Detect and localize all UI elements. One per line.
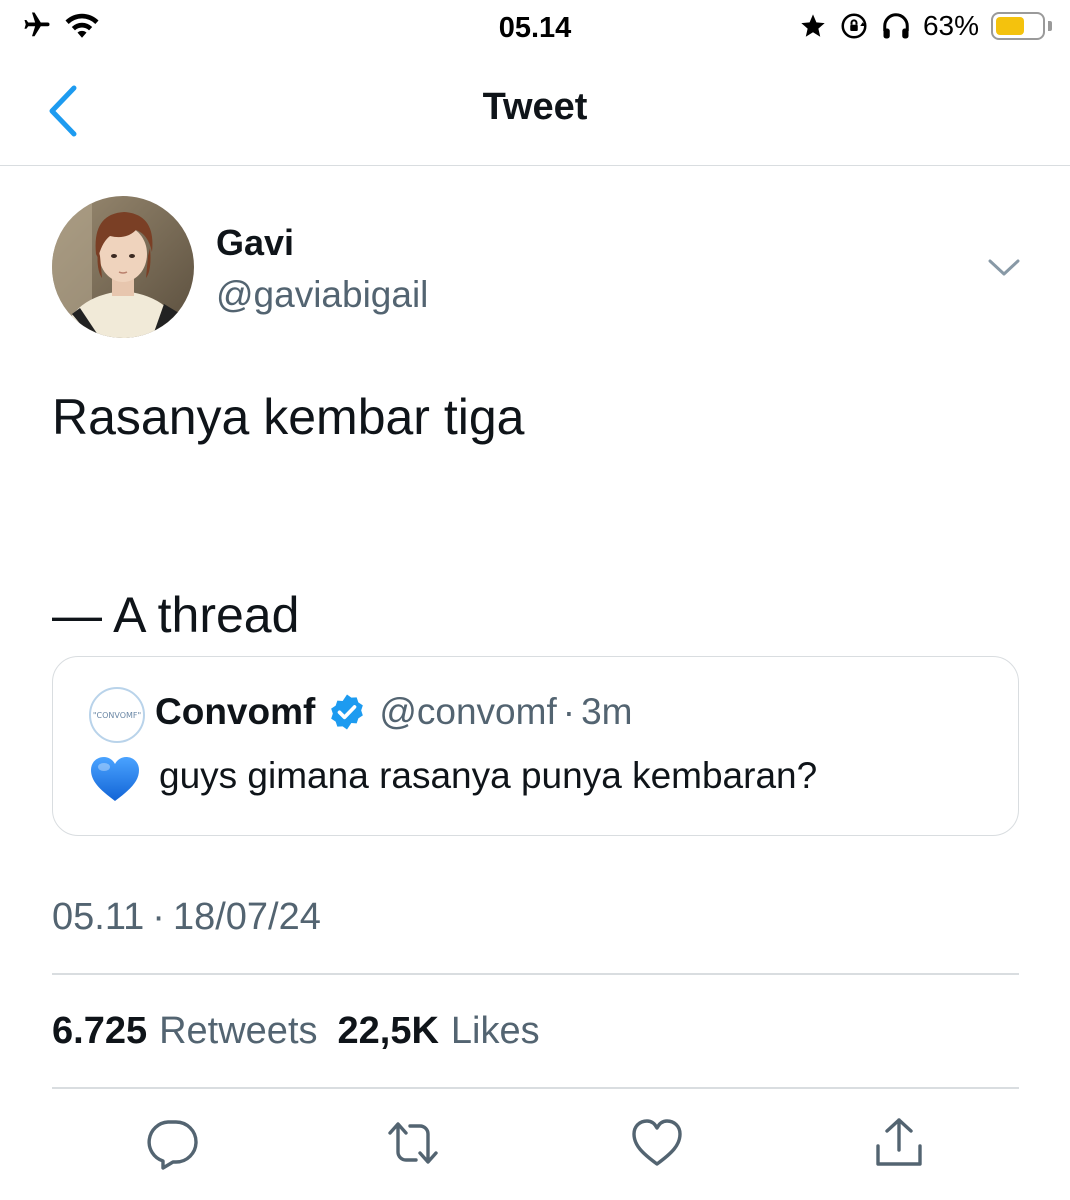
quoted-avatar[interactable]: "CONVOMF" bbox=[89, 687, 145, 743]
quoted-text: guys gimana rasanya punya kembaran? bbox=[159, 755, 818, 796]
reply-button[interactable] bbox=[146, 1116, 200, 1170]
quoted-separator: · bbox=[562, 691, 576, 732]
avatar-photo bbox=[52, 196, 194, 338]
star-icon bbox=[801, 14, 825, 37]
divider bbox=[52, 1087, 1019, 1089]
status-bar: 05.14 63% bbox=[0, 0, 1070, 56]
quoted-header: Convomf @convomf · 3m bbox=[155, 691, 632, 733]
retweets-stat[interactable]: 6.725 Retweets bbox=[52, 1010, 318, 1053]
quoted-avatar-text: "CONVOMF" bbox=[92, 710, 142, 720]
like-button[interactable] bbox=[630, 1116, 684, 1170]
page-title: Tweet bbox=[482, 86, 588, 128]
likes-stat[interactable]: 22,5K Likes bbox=[338, 1010, 540, 1053]
share-button[interactable] bbox=[872, 1116, 926, 1170]
status-right: 63% bbox=[799, 10, 1052, 42]
nav-bar: Tweet bbox=[0, 56, 1070, 166]
tweet-stats: 6.725 Retweets 22,5K Likes bbox=[52, 1010, 560, 1053]
retweets-count: 6.725 bbox=[52, 1010, 148, 1052]
author-handle[interactable]: @gaviabigail bbox=[216, 274, 428, 316]
headphones-icon bbox=[883, 13, 909, 39]
author-avatar[interactable] bbox=[52, 196, 194, 338]
rotation-lock-icon bbox=[841, 13, 867, 39]
timestamp-time: 05.11 bbox=[52, 896, 145, 938]
battery-fill bbox=[996, 17, 1024, 35]
chevron-down-icon bbox=[988, 259, 1020, 276]
tweet-menu-button[interactable] bbox=[984, 252, 1024, 282]
retweet-icon bbox=[388, 1122, 438, 1164]
share-icon bbox=[876, 1118, 922, 1166]
timestamp-date: 18/07/24 bbox=[172, 896, 321, 938]
quoted-handle: @convomf bbox=[379, 691, 557, 732]
tweet-text: Rasanya kembar tiga — A thread bbox=[52, 389, 525, 643]
verified-badge-icon bbox=[331, 694, 364, 730]
quoted-name: Convomf bbox=[155, 691, 316, 732]
quoted-time: 3m bbox=[581, 691, 633, 732]
blue-heart-icon bbox=[91, 757, 139, 801]
retweet-button[interactable] bbox=[386, 1116, 440, 1170]
author-name[interactable]: Gavi bbox=[216, 222, 294, 264]
battery-percent: 63% bbox=[922, 10, 979, 41]
tweet-timestamp[interactable]: 05.11 · 18/07/24 bbox=[52, 896, 321, 939]
retweets-label: Retweets bbox=[159, 1010, 318, 1052]
divider bbox=[52, 973, 1019, 975]
quoted-tweet[interactable]: "CONVOMF" Convomf @convomf · 3m guys gim… bbox=[52, 656, 1019, 836]
timestamp-separator: · bbox=[152, 896, 165, 938]
likes-count: 22,5K bbox=[337, 1010, 439, 1052]
likes-label: Likes bbox=[450, 1010, 540, 1052]
battery-icon bbox=[991, 12, 1052, 40]
like-icon bbox=[632, 1119, 682, 1166]
reply-icon bbox=[147, 1120, 198, 1170]
